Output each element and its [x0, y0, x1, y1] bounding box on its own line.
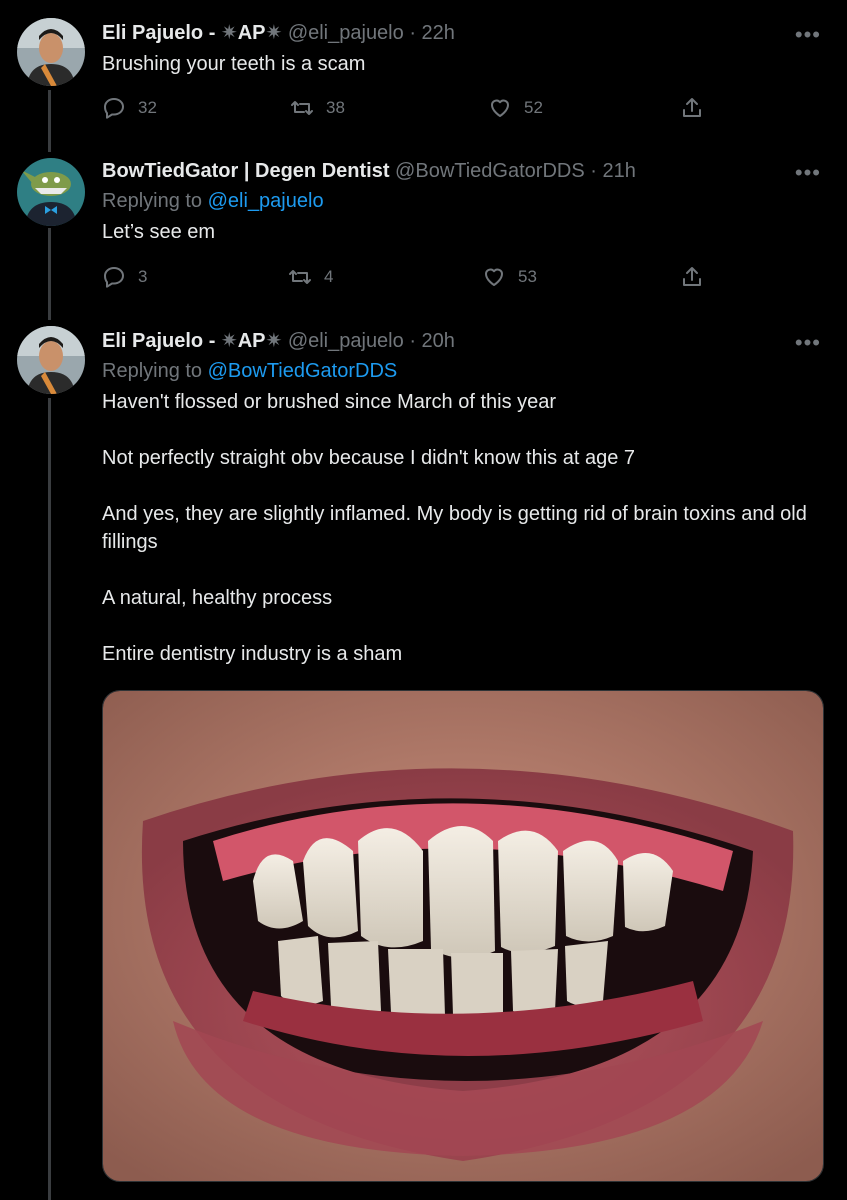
author-name[interactable]: BowTiedGator | Degen Dentist — [102, 160, 389, 182]
retweet-button[interactable]: 38 — [290, 96, 345, 120]
replying-to: Replying to @eli_pajuelo — [102, 188, 821, 214]
avatar-image — [17, 18, 85, 86]
tweet-time[interactable]: 20h — [422, 330, 455, 352]
tweet-paragraph: Brushing your teeth is a scam — [102, 53, 366, 75]
tweet-paragraph: Entire dentistry industry is a sham — [102, 643, 403, 665]
more-icon[interactable]: ••• — [795, 24, 821, 46]
tweet-actions: 3 4 53 — [102, 265, 706, 295]
like-count: 53 — [518, 267, 537, 286]
separator-dot: · — [590, 160, 597, 182]
tweet-paragraph: Haven't flossed or brushed since March o… — [102, 391, 557, 413]
share-button[interactable] — [680, 96, 716, 120]
sparkle-icon: ✷ — [265, 330, 283, 352]
share-icon — [683, 98, 701, 117]
like-button[interactable]: 52 — [488, 96, 543, 120]
avatar[interactable] — [17, 326, 85, 394]
tweet-header: Eli Pajuelo - ✷AP✷ @eli_pajuelo · 22h — [102, 20, 821, 46]
replying-to-label: Replying to — [102, 190, 203, 212]
retweet-icon — [289, 270, 311, 284]
share-icon — [683, 267, 701, 286]
like-button[interactable]: 53 — [482, 265, 537, 289]
tweet-header: Eli Pajuelo - ✷AP✷ @eli_pajuelo · 20h — [102, 328, 821, 354]
author-handle[interactable]: @BowTiedGatorDDS — [395, 160, 585, 182]
tweet-header: BowTiedGator | Degen Dentist @BowTiedGat… — [102, 158, 821, 184]
tweet-paragraph: A natural, healthy process — [102, 587, 333, 609]
tweet[interactable]: BowTiedGator | Degen Dentist @BowTiedGat… — [0, 150, 847, 320]
sparkle-icon: ✷ — [220, 22, 238, 44]
replying-to-mention[interactable]: @BowTiedGatorDDS — [208, 360, 398, 382]
tweet-paragraph: Let’s see em — [102, 221, 216, 243]
avatar-image — [17, 158, 85, 226]
replying-to-label: Replying to — [102, 360, 203, 382]
reply-icon — [104, 98, 124, 119]
more-icon[interactable]: ••• — [795, 332, 821, 354]
replying-to-mention[interactable]: @eli_pajuelo — [208, 190, 324, 212]
avatar[interactable] — [17, 158, 85, 226]
retweet-button[interactable]: 4 — [288, 265, 333, 289]
reply-count: 32 — [138, 98, 157, 117]
tweet[interactable]: Eli Pajuelo - ✷AP✷ @eli_pajuelo · 22h Br… — [0, 0, 847, 150]
separator-dot: · — [409, 330, 416, 352]
tweet-actions: 32 38 52 — [102, 96, 706, 126]
more-icon[interactable]: ••• — [795, 162, 821, 184]
teeth-photo — [103, 691, 823, 1181]
tweet-photo[interactable] — [102, 690, 824, 1182]
author-name[interactable]: Eli Pajuelo - — [102, 330, 215, 352]
share-button[interactable] — [680, 265, 716, 289]
retweet-count: 38 — [326, 98, 345, 117]
avatar-image — [17, 326, 85, 394]
like-count: 52 — [524, 98, 543, 117]
reply-count: 3 — [138, 267, 148, 286]
author-badge: AP — [237, 330, 266, 352]
author-handle[interactable]: @eli_pajuelo — [288, 22, 404, 44]
author-name[interactable]: Eli Pajuelo - — [102, 22, 215, 44]
tweet-time[interactable]: 22h — [422, 22, 455, 44]
tweet-time[interactable]: 21h — [602, 160, 635, 182]
tweet-text: Let’s see em — [102, 218, 821, 246]
avatar[interactable] — [17, 18, 85, 86]
retweet-count: 4 — [324, 267, 334, 286]
tweet-paragraph: And yes, they are slightly inflamed. My … — [102, 503, 807, 553]
tweet-paragraph: Not perfectly straight obv because I did… — [102, 447, 636, 469]
retweet-icon — [291, 101, 313, 115]
tweet-text: Brushing your teeth is a scam — [102, 50, 821, 78]
sparkle-icon: ✷ — [265, 22, 283, 44]
heart-icon — [491, 99, 509, 117]
reply-button[interactable]: 3 — [102, 265, 147, 289]
reply-button[interactable]: 32 — [102, 96, 157, 120]
sparkle-icon: ✷ — [220, 330, 238, 352]
heart-icon — [485, 268, 503, 286]
separator-dot: · — [409, 22, 416, 44]
reply-icon — [104, 267, 124, 288]
author-handle[interactable]: @eli_pajuelo — [288, 330, 404, 352]
author-badge: AP — [237, 22, 266, 44]
replying-to: Replying to @BowTiedGatorDDS — [102, 358, 821, 384]
tweet-text: Haven't flossed or brushed since March o… — [102, 388, 821, 668]
